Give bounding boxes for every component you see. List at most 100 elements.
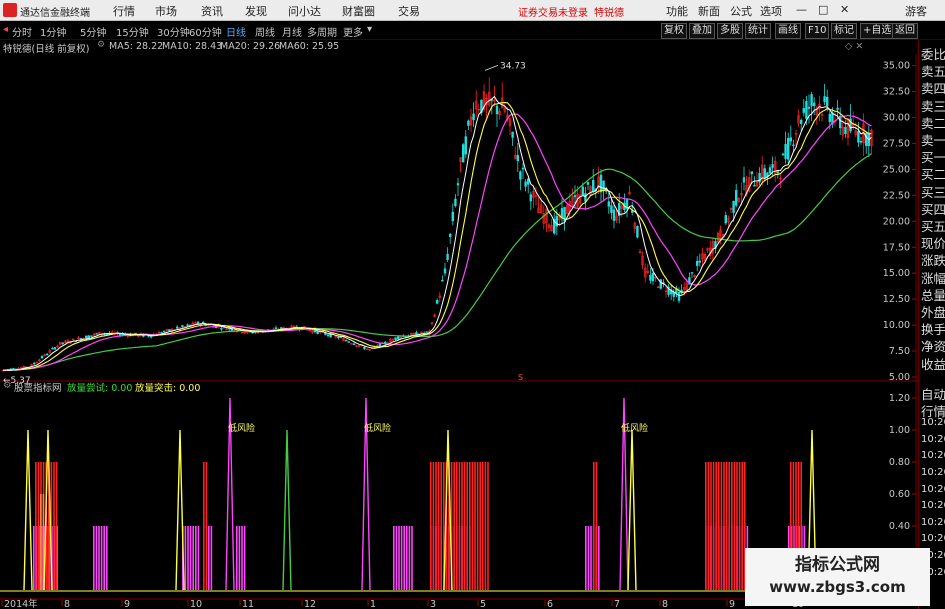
quote-field-label[interactable]: 涨幅 xyxy=(921,268,945,287)
trade-login-notice[interactable]: 证券交易未登录 xyxy=(518,4,588,19)
quote-field-label[interactable]: 买一 xyxy=(921,147,945,166)
indicator-bar xyxy=(725,462,728,590)
price-axis-label: 25.00 xyxy=(883,164,910,175)
menu-item-faxian[interactable]: 发现 xyxy=(245,3,267,19)
indicator-bar xyxy=(595,462,598,590)
ma20-line xyxy=(2,113,872,371)
candle-body xyxy=(573,195,577,198)
quote-field-label[interactable]: 买三 xyxy=(921,182,945,201)
quote-field-label[interactable]: 卖五 xyxy=(921,61,945,80)
candle-body xyxy=(337,336,340,339)
fuquan-button[interactable]: 复权 xyxy=(661,23,687,39)
candle-body xyxy=(602,180,605,192)
menu-item-wenxiaoda[interactable]: 问小达 xyxy=(288,3,321,19)
menu-item-zixun[interactable]: 资讯 xyxy=(201,3,223,19)
price-axis-label: 22.50 xyxy=(883,190,910,201)
period-daily[interactable]: 日线 xyxy=(226,24,246,39)
candle-body xyxy=(85,335,88,339)
candle-body xyxy=(812,102,816,107)
indicator-bar xyxy=(236,526,238,590)
menu-item-hangqing[interactable]: 行情 xyxy=(113,3,135,19)
guest-label[interactable]: 游客 xyxy=(905,3,927,19)
app-logo-icon xyxy=(3,3,17,17)
quote-field-label[interactable]: 换手 xyxy=(921,319,945,338)
period-30min[interactable]: 30分钟 xyxy=(157,24,190,39)
candle-body xyxy=(753,185,756,187)
quote-field-label[interactable]: 现价 xyxy=(921,233,945,252)
biaoji-button[interactable]: 标记 xyxy=(831,23,857,39)
menu-item-xinmian[interactable]: 新面 xyxy=(698,3,720,19)
quote-field-label[interactable]: 买四 xyxy=(921,199,945,218)
menu-item-gongneng[interactable]: 功能 xyxy=(666,3,688,19)
menu-item-shichang[interactable]: 市场 xyxy=(155,3,177,19)
menu-item-xuanxiang[interactable]: 选项 xyxy=(760,3,782,19)
candle-body xyxy=(526,178,530,185)
quote-field-label[interactable]: 外盘 xyxy=(921,302,945,321)
close-button[interactable]: ✕ xyxy=(840,3,849,16)
tick-time-label: 10:26 xyxy=(921,516,945,528)
period-15min[interactable]: 15分钟 xyxy=(116,24,149,39)
period-monthly[interactable]: 月线 xyxy=(282,24,302,39)
more-dropdown-icon[interactable]: ▾ xyxy=(367,24,372,35)
indicator-bar xyxy=(474,462,476,590)
back-button[interactable]: 返回 xyxy=(892,23,918,39)
scroll-left-icon[interactable]: ◂ xyxy=(3,24,8,35)
candle-body xyxy=(677,291,681,301)
tongji-button[interactable]: 统计 xyxy=(745,23,771,39)
f10-button[interactable]: F10 xyxy=(805,23,830,39)
candle-body xyxy=(472,113,475,121)
diejia-button[interactable]: 叠加 xyxy=(689,23,715,39)
period-more[interactable]: 更多 xyxy=(343,24,363,39)
quote-field-label[interactable]: 收益 xyxy=(921,354,945,373)
period-60min[interactable]: 60分钟 xyxy=(189,24,222,39)
period-multi[interactable]: 多周期 xyxy=(307,24,337,39)
quote-field-label[interactable]: 委比 xyxy=(921,44,945,63)
menu-item-jiaoyi[interactable]: 交易 xyxy=(398,3,420,19)
candle-body xyxy=(586,182,590,185)
minimize-button[interactable]: — xyxy=(796,3,807,16)
quote-field-label[interactable]: 净资 xyxy=(921,336,945,355)
candle-body xyxy=(591,180,595,192)
ma5-label: MA5: 28.22 xyxy=(109,41,164,52)
period-5min[interactable]: 5分钟 xyxy=(80,24,106,39)
menu-item-gongshi[interactable]: 公式 xyxy=(730,3,752,19)
candle-body xyxy=(163,330,166,333)
indicator-gear-icon[interactable]: ⚙ xyxy=(3,380,12,391)
quote-field-label[interactable]: 买五 xyxy=(921,216,945,235)
date-axis-label: 10 xyxy=(190,599,202,609)
quote-field-label[interactable]: 卖二 xyxy=(921,113,945,132)
quote-field-label[interactable]: 总量 xyxy=(921,285,945,304)
chart-options-icon[interactable]: ◇ ✕ xyxy=(845,41,863,52)
date-axis-label: 3 xyxy=(430,599,436,609)
candle-body xyxy=(352,343,356,346)
price-axis-label: 35.00 xyxy=(883,61,910,72)
period-weekly[interactable]: 周线 xyxy=(255,24,275,39)
candle-body xyxy=(220,328,223,330)
period-1min[interactable]: 1分钟 xyxy=(40,24,66,39)
maximize-button[interactable]: □ xyxy=(818,3,828,16)
quote-field-label[interactable]: 卖一 xyxy=(921,130,945,149)
candle-body xyxy=(857,131,860,143)
candle-body xyxy=(771,164,774,168)
candle-body xyxy=(61,342,65,344)
indicator-bar xyxy=(53,462,55,590)
quote-field-label[interactable]: 卖四 xyxy=(921,78,945,97)
watermark-logo: 指标公式网 www.zbgs3.com xyxy=(745,548,930,606)
candle-body xyxy=(347,341,350,343)
settings-gear-icon[interactable]: ⚙ xyxy=(97,40,105,50)
huaxian-button[interactable]: 画线 xyxy=(775,23,801,39)
indicator-bar xyxy=(598,526,600,590)
indicator-bar xyxy=(195,526,197,590)
add-favorite-button[interactable]: +自选 xyxy=(860,23,895,39)
indicator-bar xyxy=(587,526,590,590)
indicator-bar xyxy=(100,526,103,590)
period-fenshi[interactable]: 分时 xyxy=(12,24,32,39)
quote-field-label[interactable]: 买二 xyxy=(921,164,945,183)
quote-field-label[interactable]: 卖三 xyxy=(921,96,945,115)
candle-body xyxy=(805,101,808,119)
quote-field-label[interactable]: 涨跌 xyxy=(921,250,945,269)
indicator-bar xyxy=(408,526,411,590)
candle-body xyxy=(519,171,522,180)
menu-item-caifuquan[interactable]: 财富圈 xyxy=(342,3,375,19)
duogu-button[interactable]: 多股 xyxy=(717,23,743,39)
